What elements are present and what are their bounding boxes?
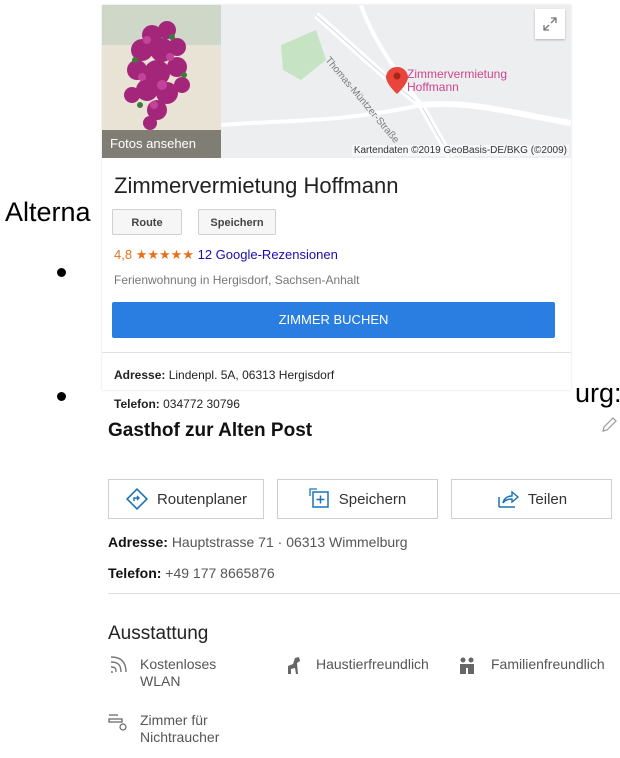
bing-business-card: Gasthof zur Alten Post Routenplaner Spei…	[100, 410, 620, 758]
rating-stars-icon: ★★★★★	[135, 247, 194, 262]
address-row: Adresse: Hauptstrasse 71 · 06313 Wimmelb…	[108, 534, 408, 550]
map-pin-label-text: Zimmervermietung Hoffmann	[407, 67, 508, 94]
rating-row: 4,8 ★★★★★ 12 Google-Rezensionen	[114, 247, 338, 263]
address-row: Adresse: Lindenpl. 5A, 06313 Hergisdorf	[114, 368, 334, 382]
expand-icon	[543, 17, 557, 31]
phone-label: Telefon:	[114, 397, 160, 411]
amenity-wifi-line2: WLAN	[140, 673, 181, 689]
phone-row: Telefon: 034772 30796	[114, 397, 240, 411]
divider	[102, 352, 571, 353]
amenity-nonsmoking-line2: Nichtraucher	[140, 729, 220, 745]
map-credit: Kartendaten ©2019 GeoBasis-DE/BKG (©2009…	[351, 145, 569, 156]
directions-icon	[125, 487, 148, 511]
business-title: Zimmervermietung Hoffmann	[114, 173, 399, 198]
pencil-icon[interactable]	[600, 416, 618, 440]
expand-map-button[interactable]	[535, 9, 565, 39]
amenity-wifi: Kostenloses WLAN	[140, 656, 216, 690]
family-icon	[458, 656, 480, 681]
phone-row: Telefon: +49 177 8665876	[108, 565, 275, 581]
route-planner-button[interactable]: Routenplaner	[108, 479, 264, 519]
reviews-link[interactable]: 12 Google-Rezensionen	[198, 247, 338, 262]
rating-value: 4,8	[114, 247, 133, 262]
map-thumbnail[interactable]: Thomas-Müntzer-Straße Zimmervermietung H…	[221, 5, 571, 158]
route-planner-label: Routenplaner	[156, 490, 248, 508]
amenities-heading: Ausstattung	[108, 623, 209, 644]
save-plus-icon	[309, 488, 329, 508]
business-title: Gasthof zur Alten Post	[108, 420, 313, 441]
share-icon	[498, 490, 519, 508]
bullet-2	[57, 392, 66, 401]
divider	[108, 593, 620, 594]
phone-value[interactable]: +49 177 8665876	[165, 565, 274, 581]
save-button[interactable]: Speichern	[277, 479, 438, 519]
address-value[interactable]: Lindenpl. 5A, 06313 Hergisdorf	[169, 368, 334, 382]
book-room-button[interactable]: ZIMMER BUCHEN	[112, 302, 555, 338]
dog-icon	[283, 654, 305, 681]
amenity-family: Familienfreundlich	[491, 656, 605, 672]
save-label: Speichern	[338, 490, 407, 508]
address-value[interactable]: Hauptstrasse 71 · 06313 Wimmelburg	[172, 534, 408, 550]
address-label: Adresse:	[114, 368, 166, 382]
wifi-icon	[109, 656, 127, 679]
map-pin-label: Zimmervermietung Hoffmann	[407, 68, 537, 94]
amenity-wifi-line1: Kostenloses	[140, 656, 217, 672]
photo-caption[interactable]: Fotos ansehen	[102, 130, 221, 158]
flower-photo[interactable]: Fotos ansehen	[102, 5, 221, 158]
google-business-card: Fotos ansehen Thomas-Müntzer-Straße Zimm…	[102, 5, 571, 411]
share-button[interactable]: Teilen	[451, 479, 612, 519]
no-smoking-icon	[108, 711, 128, 736]
amenity-pets: Haustierfreundlich	[316, 656, 429, 672]
amenity-nonsmoking: Zimmer für Nichtraucher	[140, 712, 219, 746]
phone-value[interactable]: 034772 30796	[163, 397, 240, 411]
route-button[interactable]: Route	[112, 209, 182, 235]
slide-bullet2-fragment: urg:	[575, 378, 620, 408]
slide-heading-fragment: Alterna	[5, 197, 91, 227]
share-label: Teilen	[527, 490, 568, 508]
phone-label: Telefon:	[108, 565, 162, 581]
business-category: Ferienwohnung in Hergisdorf, Sachsen-Anh…	[114, 273, 360, 287]
amenity-nonsmoking-line1: Zimmer für	[140, 712, 208, 728]
address-label: Adresse:	[108, 534, 168, 550]
bullet-1	[57, 268, 66, 277]
save-button[interactable]: Speichern	[198, 209, 276, 235]
